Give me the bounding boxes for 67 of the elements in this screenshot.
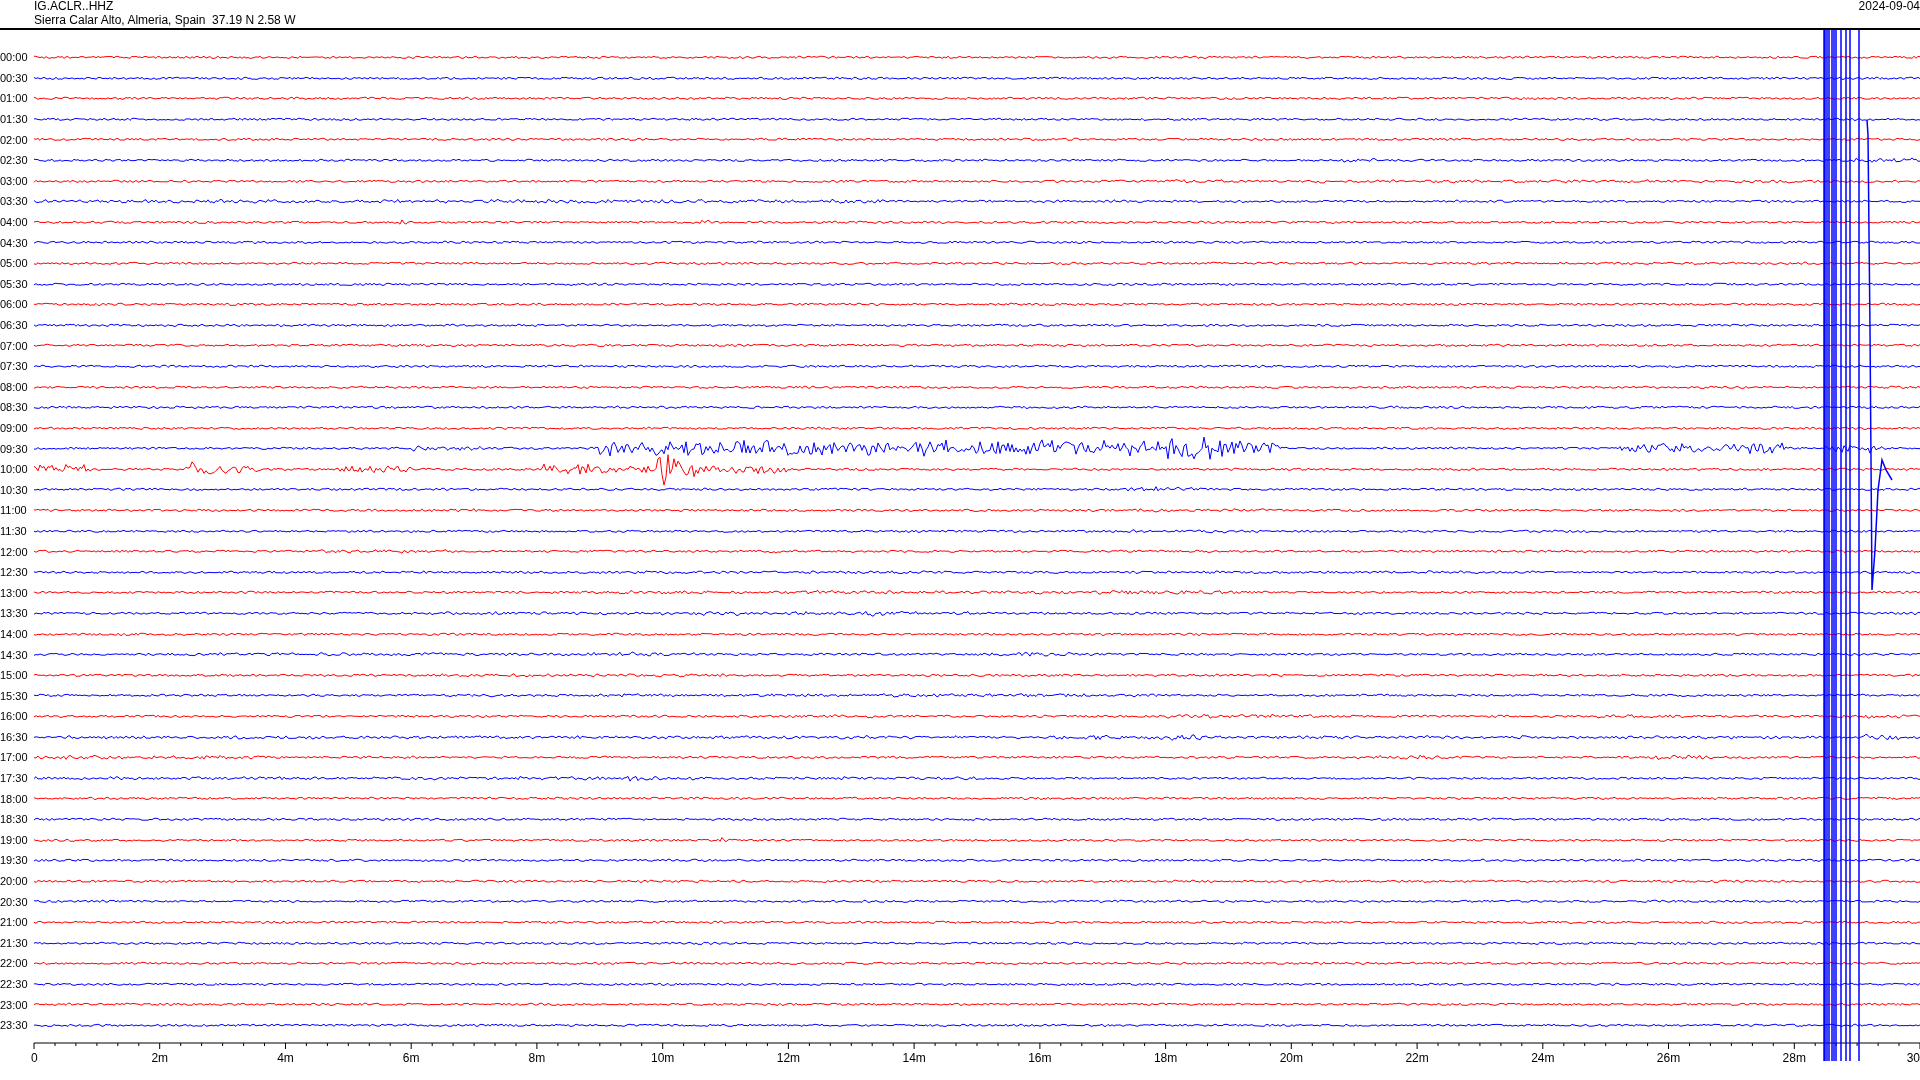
axis-label: 14m — [902, 1050, 926, 1065]
time-label: 11:00 — [0, 504, 28, 517]
time-label: 19:30 — [0, 854, 29, 867]
axis-label: 26m — [1656, 1050, 1681, 1065]
axis-label: 12m — [776, 1050, 801, 1065]
time-label: 07:00 — [0, 339, 29, 352]
axis-label: 18m — [1153, 1050, 1178, 1065]
time-label: 06:00 — [0, 298, 29, 311]
time-label: 04:30 — [0, 236, 29, 249]
time-label: 12:30 — [0, 566, 29, 579]
axis-label: 10m — [651, 1050, 675, 1065]
time-label: 07:30 — [0, 360, 29, 373]
time-label: 01:30 — [0, 113, 29, 126]
axis-label: 28m — [1782, 1050, 1806, 1065]
time-label: 00:00 — [0, 51, 29, 64]
time-label: 08:00 — [0, 380, 29, 393]
axis-label: 4m — [277, 1050, 294, 1065]
time-label: 09:00 — [0, 422, 29, 434]
time-label: 00:30 — [0, 71, 29, 84]
axis-label: 8m — [528, 1050, 546, 1065]
time-label: 13:00 — [0, 586, 29, 599]
time-label: 20:00 — [0, 875, 29, 888]
time-label: 04:00 — [0, 216, 29, 229]
axis-label: 20m — [1279, 1050, 1303, 1065]
time-label: 22:30 — [0, 978, 29, 990]
station-code: IG.ACLR..HHZ — [34, 0, 114, 13]
time-label: 06:30 — [0, 319, 29, 331]
time-label: 09:30 — [0, 442, 29, 455]
station-location: Sierra Calar Alto, Almeria, Spain 37.19 N 2.58 W — [34, 13, 296, 27]
time-label: 03:00 — [0, 174, 29, 187]
axis-label: 2m — [151, 1050, 169, 1065]
time-label: 21:00 — [0, 916, 29, 929]
time-label: 18:00 — [0, 792, 29, 805]
time-label: 20:30 — [0, 895, 29, 908]
time-label: 23:30 — [0, 1019, 29, 1032]
time-label: 14:00 — [0, 627, 29, 640]
date-label: 2024-09-04 — [1858, 0, 1920, 13]
axis-label: 24m — [1531, 1050, 1555, 1065]
time-label: 01:00 — [0, 92, 29, 105]
time-label: 05:00 — [0, 257, 29, 270]
time-label: 14:30 — [0, 648, 29, 661]
time-label: 16:00 — [0, 710, 29, 723]
time-label: 02:00 — [0, 133, 29, 146]
axis-label: 0 — [31, 1050, 38, 1065]
time-label: 05:30 — [0, 277, 29, 290]
axis-label: 30 — [1906, 1050, 1920, 1065]
time-label: 17:30 — [0, 772, 29, 785]
time-label: 15:00 — [0, 669, 29, 682]
time-label: 21:30 — [0, 936, 29, 949]
time-label: 12:00 — [0, 545, 29, 558]
time-label: 17:00 — [0, 751, 29, 764]
time-label: 10:30 — [0, 483, 29, 496]
axis-label: 6m — [402, 1050, 420, 1065]
time-label: 18:30 — [0, 813, 29, 826]
axis-label: 16m — [1028, 1050, 1052, 1065]
axis-label: 22m — [1405, 1050, 1429, 1065]
time-label: 22:00 — [0, 957, 29, 970]
time-label: 16:30 — [0, 730, 29, 743]
time-label: 11:30 — [0, 524, 28, 537]
time-label: 13:30 — [0, 607, 29, 620]
time-label: 19:00 — [0, 833, 29, 846]
time-label: 23:00 — [0, 998, 29, 1011]
time-label: 10:00 — [0, 463, 29, 476]
time-label: 03:30 — [0, 195, 29, 208]
time-label: 15:30 — [0, 689, 29, 702]
time-label: 08:30 — [0, 401, 29, 414]
time-label: 02:30 — [0, 154, 29, 167]
